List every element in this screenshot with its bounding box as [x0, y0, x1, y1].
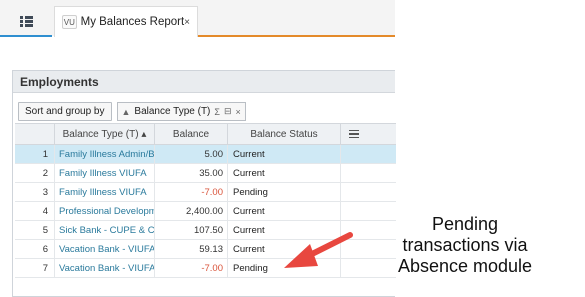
table-row[interactable]: 1 Family Illness Admin/B... 5.00 Current	[15, 145, 396, 164]
column-header-balance[interactable]: Balance	[155, 124, 228, 144]
balance-cell: 59.13	[155, 240, 228, 258]
balance-cell: -7.00	[155, 183, 228, 201]
table-header: Balance Type (T) ▴ Balance Balance Statu…	[15, 123, 396, 145]
tab-badge: VU	[62, 15, 77, 29]
empty-cell	[341, 202, 367, 220]
group-box-icon[interactable]: ⊟	[224, 106, 232, 117]
tab-underline	[198, 35, 395, 37]
sort-chip-label: Balance Type (T)	[134, 106, 211, 117]
table-row[interactable]: 4 Professional Developm... 2,400.00 Current	[15, 202, 396, 221]
empty-cell	[341, 145, 367, 163]
balance-type-cell: Professional Developm...	[55, 202, 155, 220]
balance-cell: 35.00	[155, 164, 228, 182]
tab-menu-indicator	[0, 35, 52, 37]
column-header-balance-status[interactable]: Balance Status	[228, 124, 341, 144]
row-number-cell: 3	[15, 183, 55, 201]
row-number-cell: 4	[15, 202, 55, 220]
column-header-balance-type[interactable]: Balance Type (T) ▴	[55, 124, 155, 144]
balance-type-cell: Sick Bank - CUPE & C...	[55, 221, 155, 239]
tab-bar: VU My Balances Report ×	[0, 0, 395, 37]
column-header-row-number	[15, 124, 55, 144]
empty-cell	[341, 164, 367, 182]
list-grid-icon	[19, 15, 33, 27]
balance-status-cell: Current	[228, 145, 341, 163]
annotation-line: Absence module	[397, 256, 533, 276]
annotation-line: transactions via	[402, 235, 528, 255]
chip-close-icon[interactable]: ×	[236, 107, 241, 117]
balance-type-cell: Family Illness VIUFA	[55, 164, 155, 182]
table-row[interactable]: 3 Family Illness VIUFA -7.00 Pending	[15, 183, 396, 202]
balance-cell: 107.50	[155, 221, 228, 239]
annotation-line: Pending	[431, 214, 499, 234]
row-number-cell: 2	[15, 164, 55, 182]
tab-my-balances-report[interactable]: VU My Balances Report ×	[54, 6, 198, 37]
balance-cell: 2,400.00	[155, 202, 228, 220]
row-number-cell: 5	[15, 221, 55, 239]
sort-and-group-button[interactable]: Sort and group by	[18, 102, 112, 121]
annotation-arrow	[284, 232, 353, 268]
sort-chip-balance-type[interactable]: ▲ Balance Type (T) Σ ⊟ ×	[116, 102, 246, 121]
annotation-text: Pending transactions via Absence module	[372, 214, 558, 277]
panel-title: Employments	[13, 71, 395, 93]
tab-menu-button[interactable]	[0, 6, 52, 36]
table-row[interactable]: 2 Family Illness VIUFA 35.00 Current	[15, 164, 396, 183]
balance-type-cell: Family Illness VIUFA	[55, 183, 155, 201]
close-icon[interactable]: ×	[184, 17, 190, 28]
row-number-cell: 7	[15, 259, 55, 277]
balance-type-cell: Family Illness Admin/B...	[55, 145, 155, 163]
row-number-cell: 6	[15, 240, 55, 258]
balance-status-cell: Pending	[228, 183, 341, 201]
balance-cell: -7.00	[155, 259, 228, 277]
balance-type-cell: Vacation Bank - VIUFA...	[55, 240, 155, 258]
sort-ascending-icon: ▲	[121, 106, 131, 117]
sigma-icon[interactable]: Σ	[214, 107, 220, 117]
balance-status-cell: Current	[228, 164, 341, 182]
balance-cell: 5.00	[155, 145, 228, 163]
column-menu-button[interactable]	[341, 124, 367, 144]
hamburger-menu-icon	[349, 129, 359, 139]
tab-title: My Balances Report	[80, 16, 185, 28]
grid-toolbar: Sort and group by ▲ Balance Type (T) Σ ⊟…	[18, 102, 246, 121]
balance-status-cell: Current	[228, 202, 341, 220]
balance-type-cell: Vacation Bank - VIUFA...	[55, 259, 155, 277]
row-number-cell: 1	[15, 145, 55, 163]
empty-cell	[341, 183, 367, 201]
